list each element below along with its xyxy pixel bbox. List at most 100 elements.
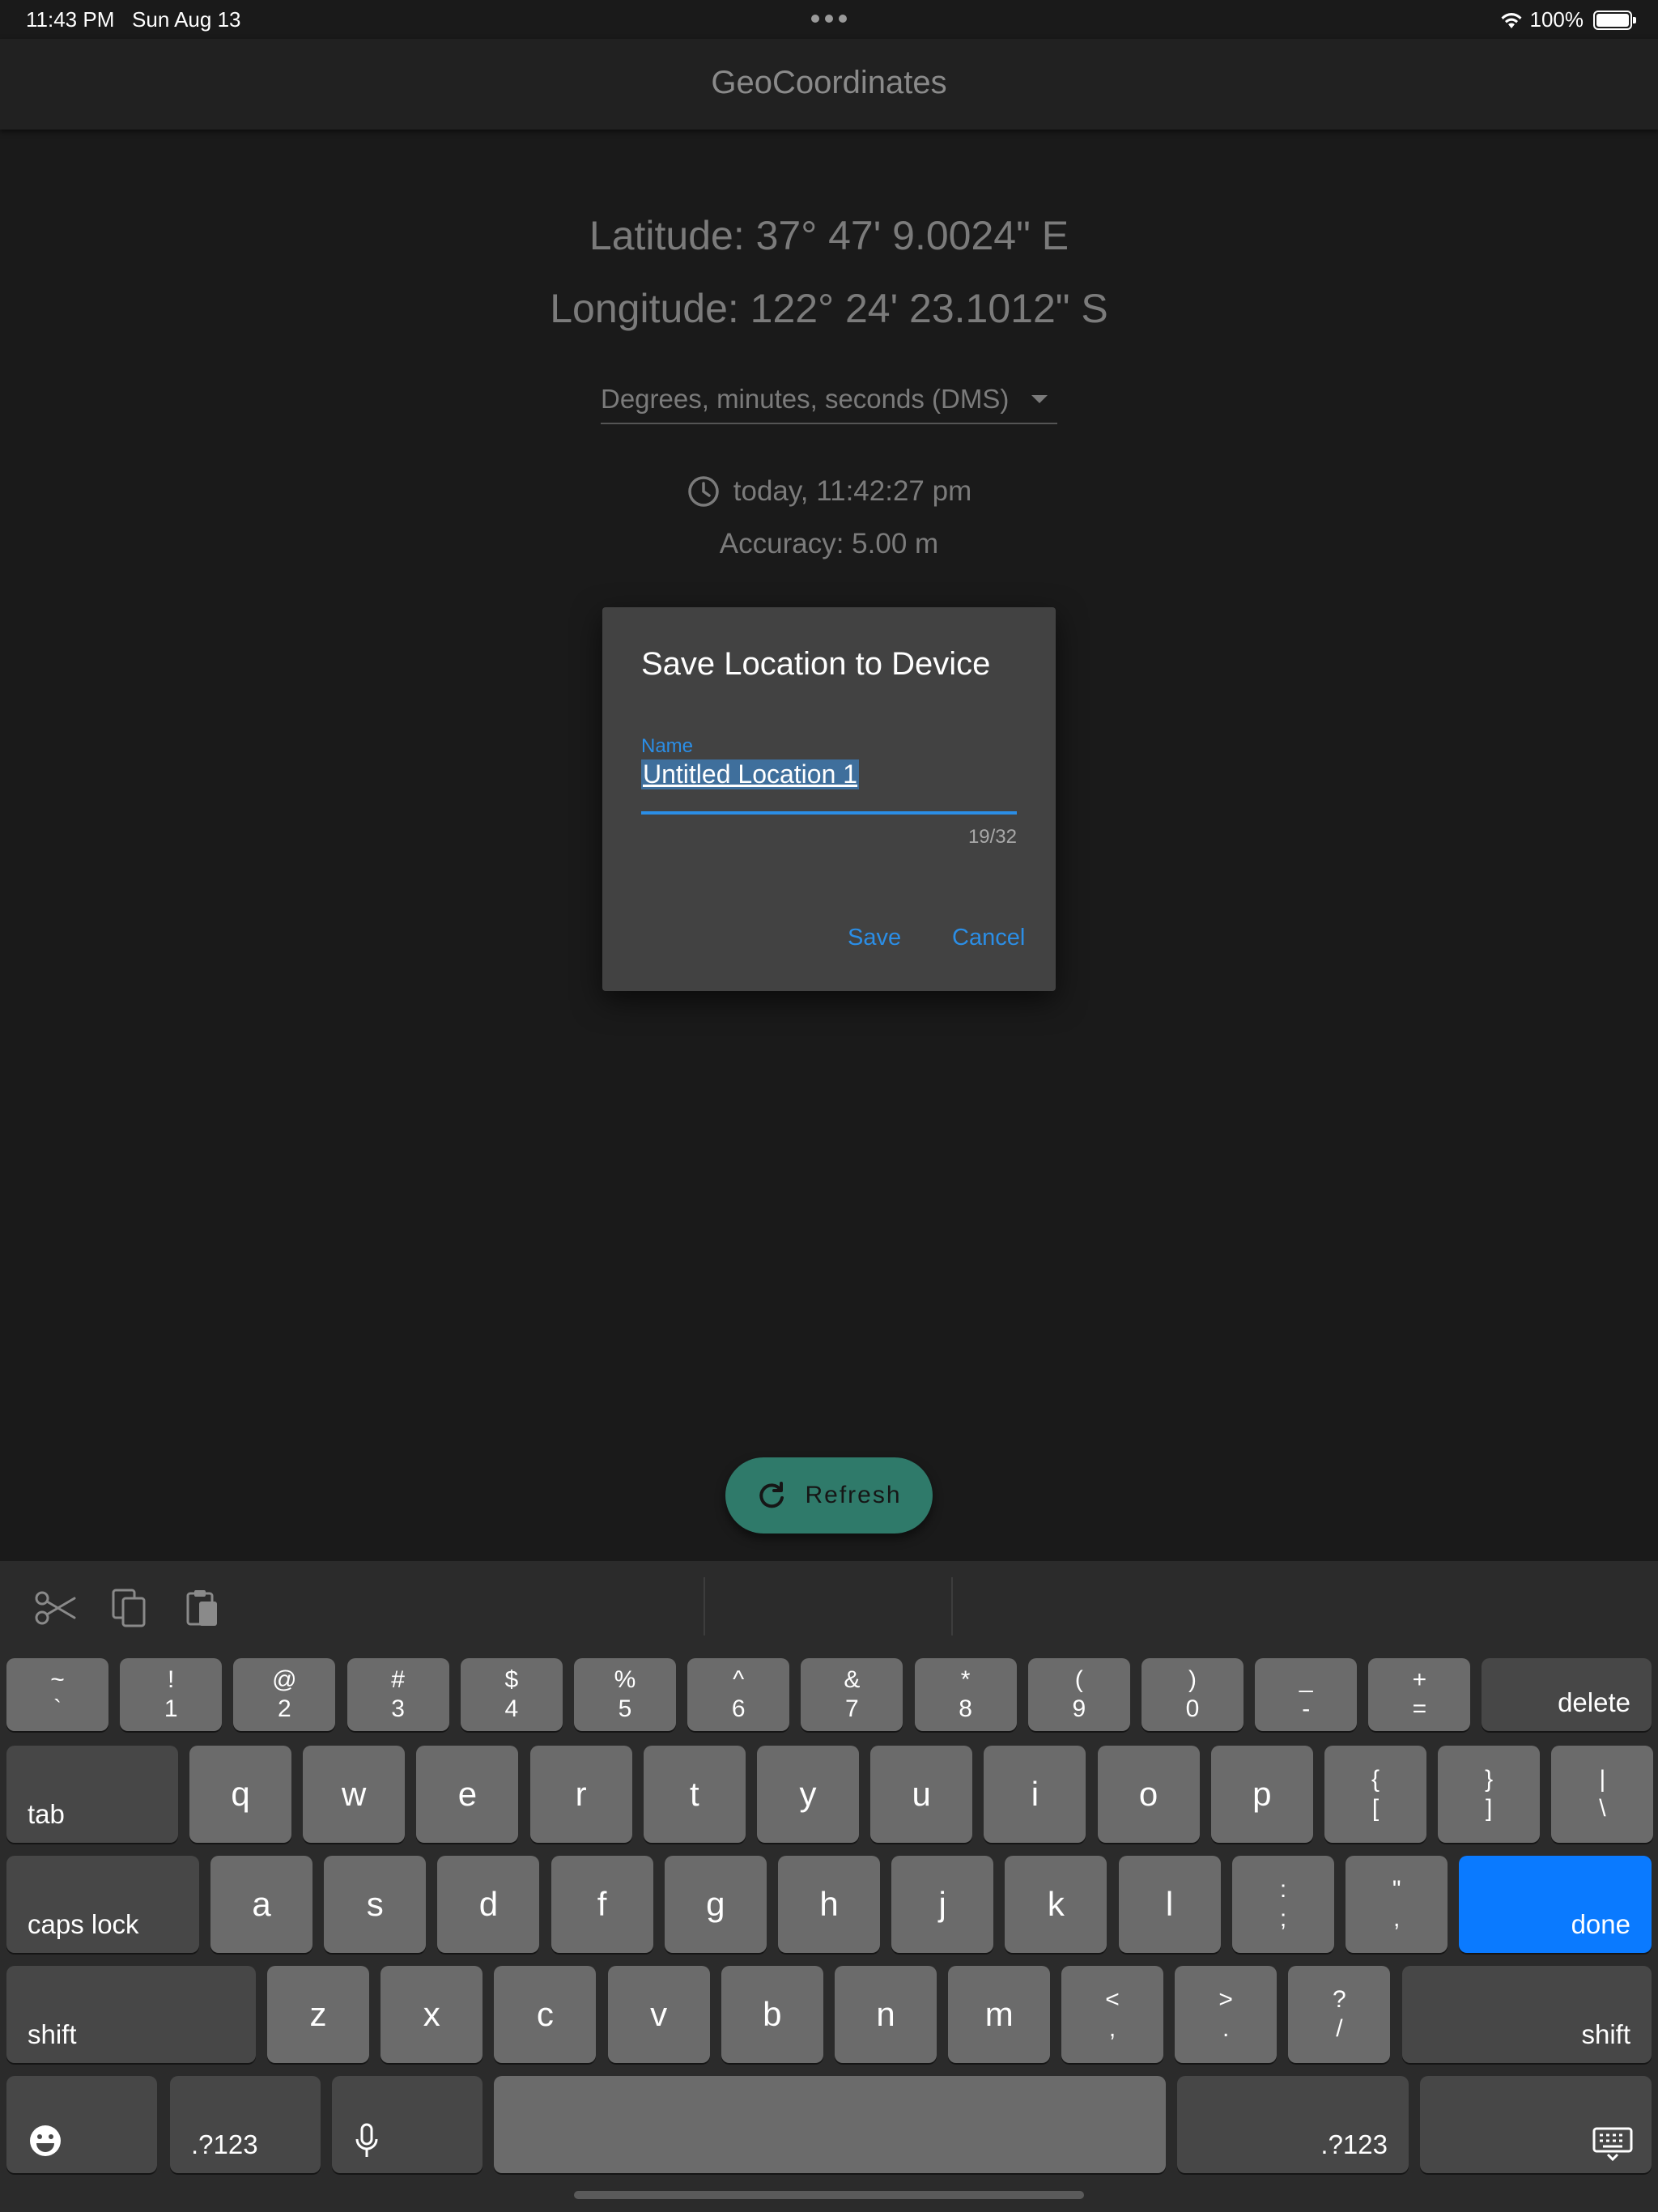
key-label-stack: ", [1392, 1878, 1401, 1931]
refresh-button[interactable]: Refresh [725, 1457, 933, 1534]
numbers-key-left[interactable]: .?123 [170, 2076, 321, 2173]
key-top-label: | [1599, 1766, 1606, 1793]
key-symbol[interactable]: {[ [1324, 1746, 1426, 1843]
key-f[interactable]: f [551, 1856, 653, 1953]
done-key[interactable]: done [1459, 1856, 1652, 1953]
key-label-stack: >. [1218, 1988, 1233, 2041]
save-button[interactable]: Save [848, 925, 901, 951]
emoji-icon [30, 2125, 61, 2156]
key-label: k [1047, 1885, 1065, 1923]
key-symbol[interactable]: ! 1 [120, 1658, 223, 1731]
hide-keyboard-key[interactable] [1420, 2076, 1652, 2173]
name-field[interactable]: Untitled Location 1 [641, 759, 860, 789]
key-n[interactable]: n [835, 1966, 937, 2063]
key-symbol[interactable]: + = [1368, 1658, 1471, 1731]
key-w[interactable]: w [303, 1746, 406, 1843]
key-g[interactable]: g [664, 1856, 767, 1953]
key-e[interactable]: e [416, 1746, 519, 1843]
key-m[interactable]: m [948, 1966, 1051, 2063]
cancel-button[interactable]: Cancel [952, 925, 1025, 951]
dictation-key[interactable] [332, 2076, 483, 2173]
key-top-label: } [1485, 1766, 1494, 1793]
key-p[interactable]: p [1210, 1746, 1313, 1843]
key-label: m [984, 1995, 1014, 2033]
key-a[interactable]: a [210, 1856, 312, 1953]
key-d[interactable]: d [437, 1856, 540, 1953]
key-symbol[interactable]: @2 [233, 1658, 336, 1731]
key-label: j [938, 1885, 946, 1923]
key-symbol[interactable]: }] [1438, 1746, 1541, 1843]
shift-right-key[interactable]: shift [1402, 1966, 1652, 2063]
key-y[interactable]: y [757, 1746, 859, 1843]
key-label: v [650, 1995, 668, 2033]
key-top-label: $ [504, 1666, 519, 1693]
key-h[interactable]: h [778, 1856, 880, 1953]
key-symbol[interactable]: <, [1061, 1966, 1163, 2063]
battery-percent: 100% [1529, 7, 1584, 32]
key-bottom-label: = [1412, 1695, 1427, 1722]
key-bottom-label: [ [1371, 1795, 1380, 1822]
key-symbol[interactable]: ? / [1288, 1966, 1391, 2063]
cut-icon[interactable] [32, 1585, 78, 1631]
key-label: r [575, 1775, 587, 1813]
key-symbol[interactable]: ) 0 [1141, 1658, 1244, 1731]
tab-key[interactable]: tab [6, 1746, 178, 1843]
key-x[interactable]: x [380, 1966, 483, 2063]
shortcut-divider [951, 1577, 953, 1636]
space-key[interactable] [494, 2076, 1166, 2173]
key-b[interactable]: b [721, 1966, 823, 2063]
key-u[interactable]: u [870, 1746, 973, 1843]
format-dropdown[interactable]: Degrees, minutes, seconds (DMS) [601, 377, 1057, 424]
copy-icon[interactable] [107, 1585, 152, 1631]
key-z[interactable]: z [267, 1966, 369, 2063]
key-symbol[interactable]: (9 [1027, 1658, 1130, 1731]
key-label-stack: }] [1485, 1767, 1493, 1821]
key-q[interactable]: q [189, 1746, 291, 1843]
key-label: f [597, 1885, 607, 1923]
key-label: done [1571, 1909, 1630, 1939]
multitasking-dots-icon[interactable] [811, 15, 847, 23]
timestamp-row: today, 11:42:27 pm [0, 474, 1658, 508]
key-symbol[interactable]: _ - [1255, 1658, 1358, 1731]
key-symbol[interactable]: | \ [1551, 1746, 1654, 1843]
key-i[interactable]: i [984, 1746, 1086, 1843]
numbers-key-right[interactable]: .?123 [1177, 2076, 1409, 2173]
key-symbol[interactable]: % 5 [574, 1658, 676, 1731]
key-r[interactable]: r [529, 1746, 632, 1843]
key-l[interactable]: l [1118, 1856, 1221, 1953]
key-bottom-label: . [1222, 2015, 1230, 2042]
key-symbol[interactable]: & 7 [801, 1658, 903, 1731]
key-label: u [912, 1775, 931, 1813]
key-label: i [1031, 1775, 1039, 1813]
key-symbol[interactable]: ", [1346, 1856, 1448, 1953]
key-t[interactable]: t [643, 1746, 746, 1843]
key-symbol[interactable]: ~ ` [6, 1658, 108, 1731]
key-label: .?123 [191, 2129, 258, 2159]
key-c[interactable]: c [494, 1966, 597, 2063]
shift-left-key[interactable]: shift [6, 1966, 256, 2063]
key-bottom-label: 2 [278, 1695, 291, 1722]
key-s[interactable]: s [324, 1856, 427, 1953]
microphone-icon [355, 2123, 378, 2157]
key-v[interactable]: v [607, 1966, 710, 2063]
caps-lock-key[interactable]: caps lock [6, 1856, 199, 1953]
emoji-key[interactable] [6, 2076, 157, 2173]
key-label-stack: ~ ` [50, 1668, 65, 1721]
key-label: s [366, 1885, 384, 1923]
key-o[interactable]: o [1097, 1746, 1200, 1843]
key-symbol[interactable]: :; [1232, 1856, 1334, 1953]
status-right: 100% [1499, 7, 1636, 32]
paste-icon[interactable] [180, 1585, 225, 1631]
key-symbol[interactable]: >. [1175, 1966, 1278, 2063]
key-symbol[interactable]: ^ 6 [687, 1658, 790, 1731]
key-symbol[interactable]: $4 [460, 1658, 563, 1731]
key-symbol[interactable]: * 8 [914, 1658, 1017, 1731]
key-symbol[interactable]: #3 [346, 1658, 449, 1731]
key-k[interactable]: k [1005, 1856, 1107, 1953]
key-label: tab [28, 1799, 65, 1829]
key-j[interactable]: j [891, 1856, 994, 1953]
key-bottom-label: 8 [959, 1695, 972, 1722]
delete-key[interactable]: delete [1482, 1658, 1652, 1731]
clock-icon [688, 476, 719, 507]
key-label-stack: (9 [1072, 1668, 1086, 1721]
